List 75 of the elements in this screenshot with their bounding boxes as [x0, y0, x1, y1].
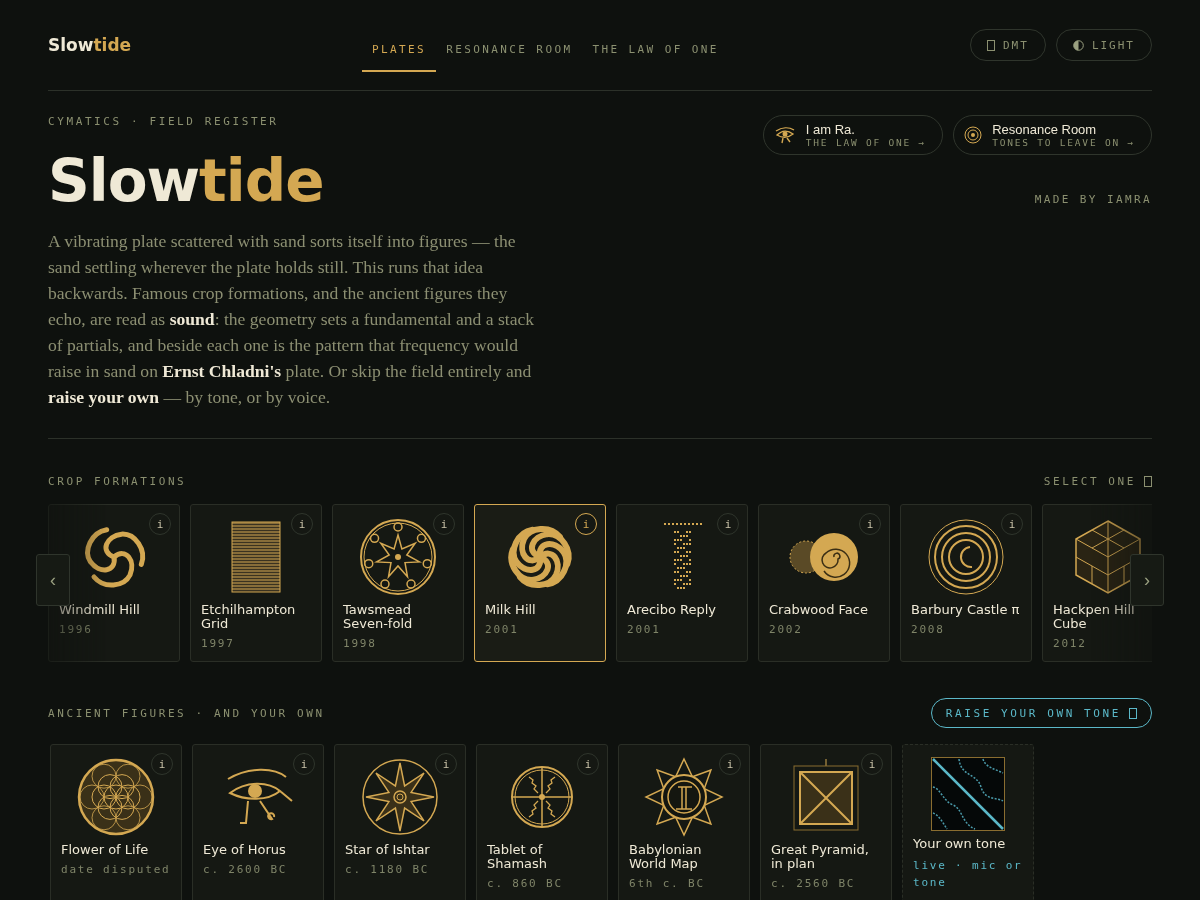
card-title: Eye of Horus	[203, 843, 287, 857]
card-title: Milk Hill	[485, 603, 537, 617]
info-button[interactable]: i	[859, 513, 881, 535]
section-heading: CROP FORMATIONS	[48, 475, 187, 488]
info-button[interactable]: i	[151, 753, 173, 775]
card-title: Tawsmead Seven-fold	[343, 603, 414, 631]
card-year: 1996	[59, 623, 94, 636]
figure-card[interactable]: Your own tone live · mic or tone	[902, 744, 1034, 900]
formation-card[interactable]: i Arecibo Reply 2001	[616, 504, 748, 662]
card-title: Crabwood Face	[769, 603, 869, 617]
figure-card[interactable]: i Babylonian World Map 6th c. BC	[618, 744, 750, 900]
card-date: c. 2560 BC	[771, 877, 857, 890]
rings-icon	[964, 126, 983, 144]
info-button[interactable]: i	[577, 753, 599, 775]
card-date: c. 860 BC	[487, 877, 564, 890]
logo[interactable]: Slowtide	[48, 35, 362, 55]
card-title: Windmill Hill	[59, 603, 141, 617]
card-year: 2008	[911, 623, 946, 636]
nav-tab[interactable]: PLATES	[362, 32, 437, 72]
card-title: Tablet of Shamash	[487, 843, 549, 871]
hint-label: SELECT ONE	[1043, 475, 1136, 488]
card-title: Babylonian World Map	[629, 843, 703, 871]
info-button[interactable]: i	[433, 513, 455, 535]
contrast-icon	[1072, 39, 1084, 51]
figure-card[interactable]: i Great Pyramid, in plan c. 2560 BC	[760, 744, 892, 900]
intro-paragraph: A vibrating plate scattered with sand sorts itself into figures — the sand settling wherever the plate holds still. This runs that idea backwards. Famous crop formations, and the ancient figures they echo, are read as sound: the geometry sets a fundamental and a stack of partials, and beside each one is the pattern that frequency would raise in sand on Ernst Chladni's plate. Or skip the field entirely and raise your own — by tone, or by voice.	[48, 230, 536, 409]
credit-label: MADE BY IAMRA	[1034, 193, 1152, 206]
card-title: Barbury Castle π	[911, 603, 1021, 617]
page-title: Slowtide	[48, 146, 325, 216]
card-date: c. 1180 BC	[345, 863, 431, 876]
card-title: Your own tone	[913, 837, 1007, 851]
info-button[interactable]: i	[861, 753, 883, 775]
figure-card[interactable]: i Star of Ishtar c. 1180 BC	[334, 744, 466, 900]
formation-card[interactable]: i Tawsmead Seven-fold 1998	[332, 504, 464, 662]
info-button[interactable]: i	[717, 513, 739, 535]
formation-card[interactable]: i Etchilhampton Grid 1997	[190, 504, 322, 662]
card-date: live · mic or tone	[913, 858, 1023, 891]
box-icon	[987, 39, 995, 51]
card-date: date disputed	[61, 863, 171, 876]
info-button[interactable]: i	[1001, 513, 1023, 535]
box-icon	[1129, 707, 1137, 719]
formation-card[interactable]: i Crabwood Face 2002	[758, 504, 890, 662]
section-heading: ANCIENT FIGURES · AND YOUR OWN	[48, 706, 325, 720]
eyebrow-label: CYMATICS · FIELD REGISTER	[48, 115, 280, 128]
next-button[interactable]: ›	[1130, 554, 1164, 606]
figure-card[interactable]: i Eye of Horus c. 2600 BC	[192, 744, 324, 900]
card-title: Hackpen Hill Cube	[1053, 603, 1136, 631]
info-button[interactable]: i	[293, 753, 315, 775]
card-title: Etchilhampton Grid	[201, 603, 297, 631]
card-title: Great Pyramid, in plan	[771, 843, 870, 871]
info-button[interactable]: i	[149, 513, 171, 535]
card-year: 1997	[201, 637, 236, 650]
figure-card[interactable]: i Flower of Life date disputed	[50, 744, 182, 900]
card-year: 1998	[343, 637, 378, 650]
info-button[interactable]: i	[435, 753, 457, 775]
card-year: 2002	[769, 623, 804, 636]
card-date: 6th c. BC	[629, 877, 706, 890]
prev-button[interactable]: ‹	[36, 554, 70, 606]
info-button[interactable]: i	[575, 513, 597, 535]
nav-tab[interactable]: RESONANCE ROOM	[436, 32, 583, 72]
card-year: 2001	[627, 623, 662, 636]
info-button[interactable]: i	[719, 753, 741, 775]
card-title: Star of Ishtar	[345, 843, 431, 857]
nav-tab[interactable]: THE LAW OF ONE	[582, 32, 729, 72]
card-date: c. 2600 BC	[203, 863, 289, 876]
info-button[interactable]: i	[291, 513, 313, 535]
eye-icon	[773, 126, 796, 144]
card-year: 2012	[1053, 637, 1088, 650]
card-year: 2001	[485, 623, 520, 636]
card-title: Arecibo Reply	[627, 603, 718, 617]
formation-card[interactable]: i Milk Hill 2001	[474, 504, 606, 662]
formation-card[interactable]: i Barbury Castle π 2008	[900, 504, 1032, 662]
card-title: Flower of Life	[61, 843, 150, 857]
box-icon	[1144, 476, 1152, 487]
figure-card[interactable]: i Tablet of Shamash c. 860 BC	[476, 744, 608, 900]
